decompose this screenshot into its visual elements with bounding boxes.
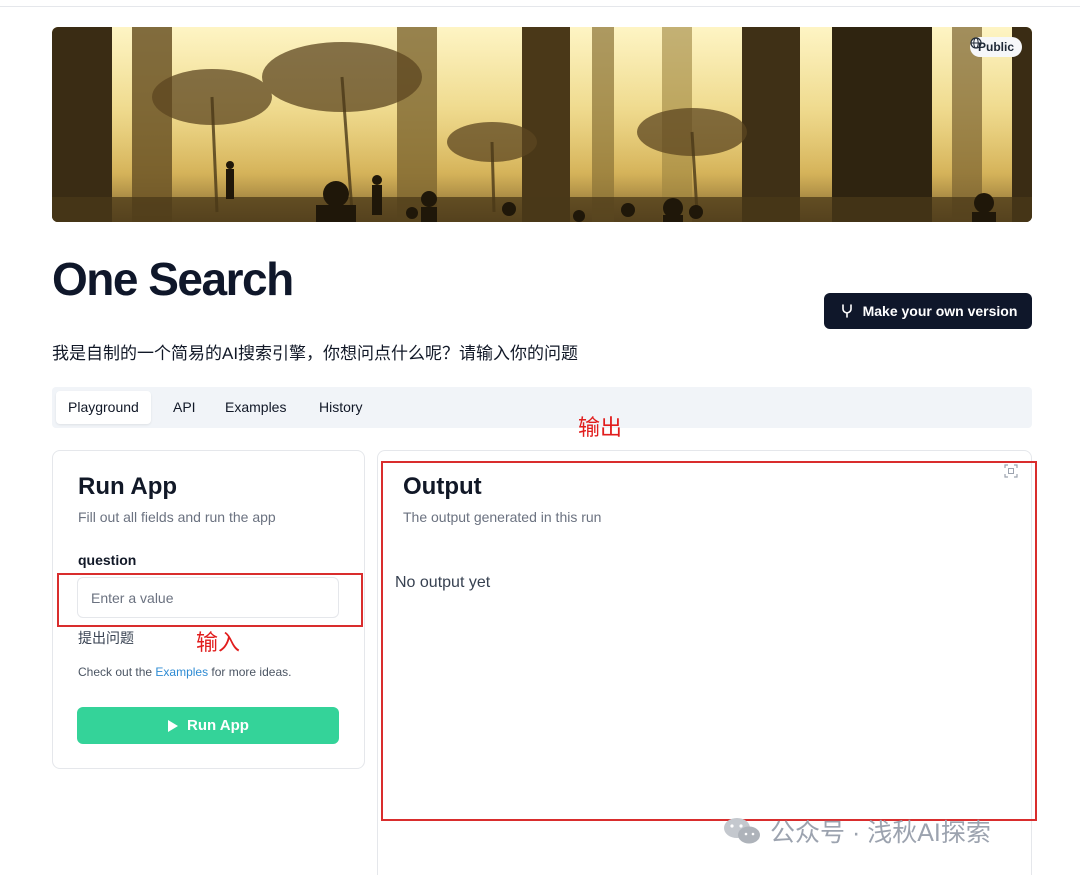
run-app-button[interactable]: Run App — [77, 707, 339, 744]
globe-icon — [970, 37, 982, 49]
visibility-label: Public — [977, 40, 1014, 54]
wechat-icon — [724, 818, 760, 844]
examples-note: Check out the Examples for more ideas. — [78, 665, 291, 679]
cover-banner-image: Public — [52, 27, 1032, 222]
tab-playground[interactable]: Playground — [56, 391, 151, 424]
app-description: 我是自制的一个简易的AI搜索引擎，你想问点什么呢？请输入你的问题 — [52, 344, 579, 363]
examples-link[interactable]: Examples — [155, 665, 208, 679]
output-subtitle: The output generated in this run — [403, 509, 602, 525]
page: Public One Search Make your own version … — [0, 0, 1080, 875]
tab-history[interactable]: History — [307, 391, 375, 424]
make-your-own-version-label: Make your own version — [862, 303, 1018, 319]
input-annotation: 输入 — [196, 630, 241, 655]
examples-note-prefix: Check out the — [78, 665, 156, 679]
tab-bar: Playground API Examples History — [52, 387, 1032, 428]
run-app-subtitle: Fill out all fields and run the app — [78, 509, 276, 525]
expand-icon[interactable] — [1004, 464, 1018, 478]
tab-api[interactable]: API — [161, 391, 208, 424]
play-icon — [168, 719, 179, 732]
examples-note-suffix: for more ideas. — [208, 665, 292, 679]
question-field-hint: 提出问题 — [78, 630, 134, 646]
forest-scene-illustration — [52, 27, 1032, 222]
fork-icon — [841, 304, 852, 318]
output-empty-state: No output yet — [395, 574, 491, 591]
tab-examples[interactable]: Examples — [213, 391, 298, 424]
app-title: One Search — [52, 253, 294, 305]
visibility-badge: Public — [969, 37, 1022, 57]
output-annotation: 输出 — [578, 415, 623, 440]
watermark-text: 公众号 · 浅秋AI探索 — [770, 819, 991, 847]
question-input[interactable] — [77, 577, 339, 618]
output-title: Output — [403, 473, 482, 500]
run-app-button-label: Run App — [187, 717, 249, 734]
watermark: 公众号 · 浅秋AI探索 — [722, 813, 991, 849]
top-divider — [0, 6, 1080, 7]
question-field-label: question — [78, 552, 137, 568]
make-your-own-version-button[interactable]: Make your own version — [824, 293, 1032, 329]
run-app-title: Run App — [78, 473, 178, 500]
